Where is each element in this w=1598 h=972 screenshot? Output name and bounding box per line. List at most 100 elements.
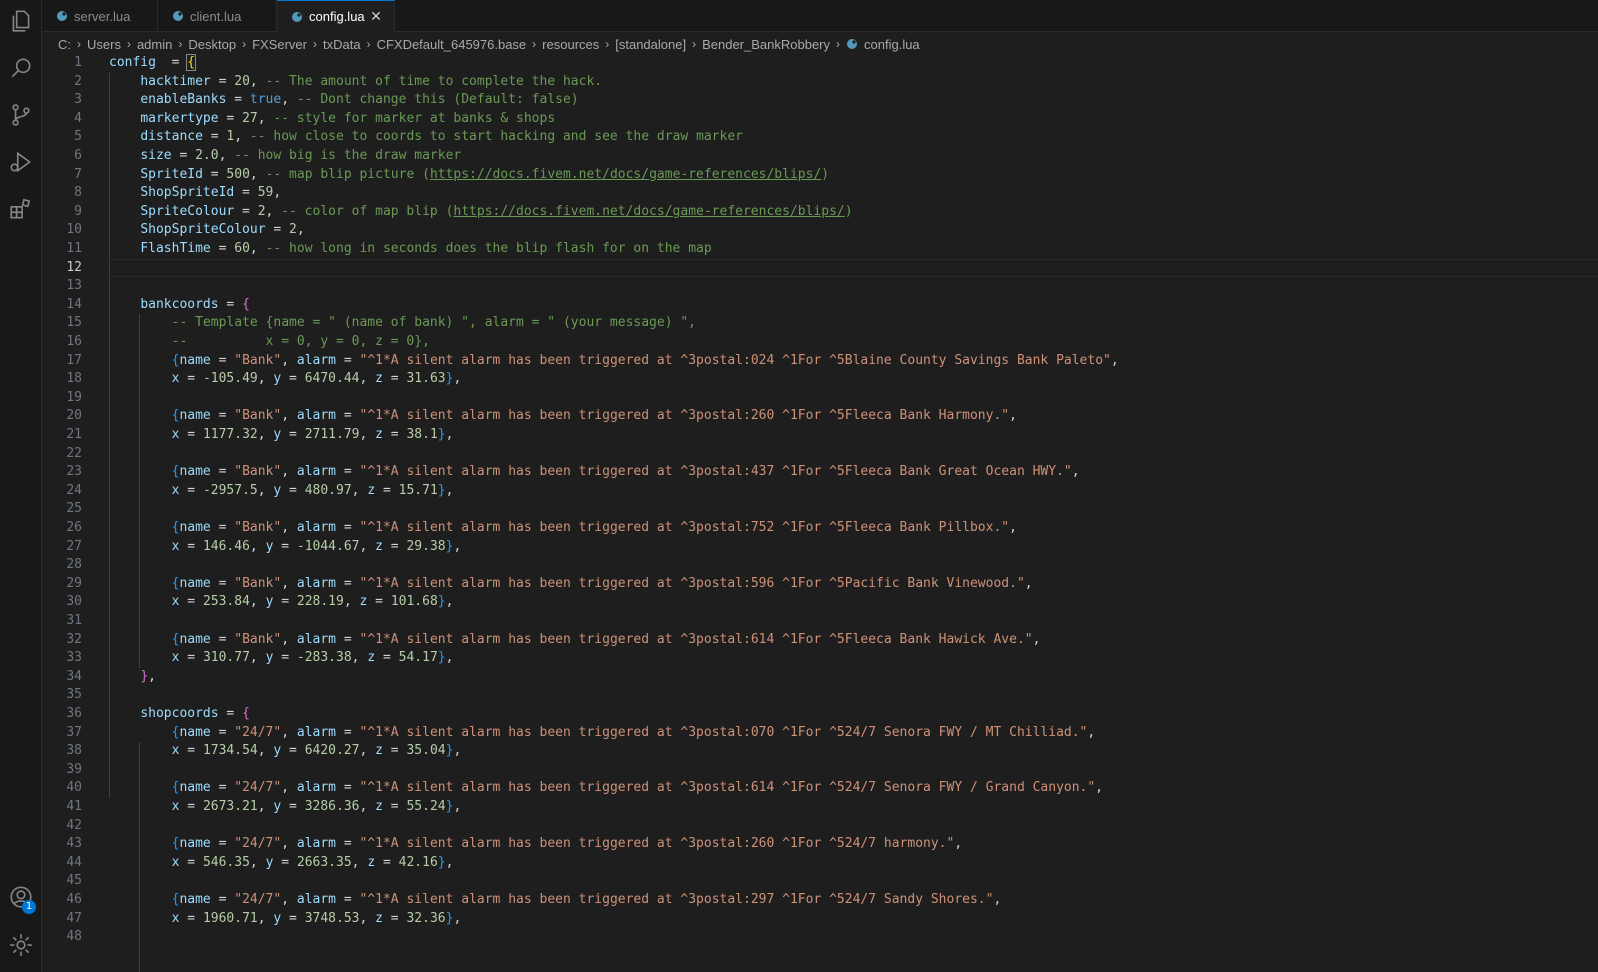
tab-server-lua[interactable]: server.lua — [42, 0, 158, 32]
code-line[interactable]: 40 {name = "24/7", alarm = "^1*A silent … — [42, 779, 1598, 798]
code-token: , — [281, 408, 297, 424]
code-line[interactable]: 47 x = 1960.71, y = 3748.53, z = 32.36}, — [42, 910, 1598, 929]
code-token: , — [351, 650, 368, 666]
code-line[interactable]: 36 shopcoords = { — [42, 705, 1598, 724]
code-token: -1044.67 — [296, 538, 360, 554]
code-line[interactable]: 34 }, — [42, 668, 1598, 687]
accounts-icon[interactable]: 1 — [0, 876, 42, 918]
line-code: markertype = 27, -- style for marker at … — [109, 110, 555, 129]
code-line[interactable]: 29 {name = "Bank", alarm = "^1*A silent … — [42, 575, 1598, 594]
code-line[interactable]: 35 — [42, 686, 1598, 705]
code-line[interactable]: 8 ShopSpriteId = 59, — [42, 184, 1598, 203]
code-token: , — [273, 185, 282, 201]
code-line[interactable]: 32 {name = "Bank", alarm = "^1*A silent … — [42, 631, 1598, 650]
code-line[interactable]: 12 — [42, 258, 1598, 278]
code-line[interactable]: 5 distance = 1, -- how close to coords t… — [42, 128, 1598, 147]
code-line[interactable]: 16 -- x = 0, y = 0, z = 0}, — [42, 333, 1598, 352]
code-line[interactable]: 27 x = 146.46, y = -1044.67, z = 29.38}, — [42, 538, 1598, 557]
code-line[interactable]: 17 {name = "Bank", alarm = "^1*A silent … — [42, 352, 1598, 371]
extensions-icon[interactable] — [0, 188, 42, 230]
breadcrumb-item[interactable]: config.lua — [864, 37, 920, 52]
code-line[interactable]: 39 — [42, 761, 1598, 780]
line-number: 9 — [74, 203, 82, 219]
tab-config-lua[interactable]: config.lua ✕ — [277, 0, 395, 32]
code-line[interactable]: 19 — [42, 389, 1598, 408]
code-token: 146.46 — [202, 538, 250, 554]
breadcrumb-item[interactable]: Users — [87, 37, 121, 52]
code-line[interactable]: 41 x = 2673.21, y = 3286.36, z = 55.24}, — [42, 798, 1598, 817]
code-line[interactable]: 30 x = 253.84, y = 228.19, z = 101.68}, — [42, 593, 1598, 612]
code-line[interactable]: 11 FlashTime = 60, -- how long in second… — [42, 240, 1598, 259]
explorer-icon[interactable] — [0, 0, 42, 42]
code-line[interactable]: 1 config = { — [42, 54, 1598, 73]
code-line[interactable]: 18 x = -105.49, y = 6470.44, z = 31.63}, — [42, 370, 1598, 389]
code-line[interactable]: 10 ShopSpriteColour = 2, — [42, 221, 1598, 240]
code-token: , — [1071, 464, 1080, 480]
line-number: 14 — [66, 296, 82, 312]
code-editor[interactable]: 1 config = {2 hacktimer = 20, -- The amou… — [42, 54, 1598, 972]
search-icon[interactable] — [0, 47, 42, 89]
line-number: 40 — [66, 780, 82, 796]
breadcrumb-item[interactable]: admin — [137, 37, 172, 52]
manage-gear-icon[interactable] — [0, 924, 42, 966]
code-token: = — [382, 427, 407, 442]
code-line[interactable]: 26 {name = "Bank", alarm = "^1*A silent … — [42, 519, 1598, 538]
breadcrumb-item[interactable]: CFXDefault_645976.base — [377, 37, 527, 52]
close-icon[interactable]: ✕ — [368, 8, 384, 24]
code-token: https://docs.fivem.net/docs/game-referen… — [453, 203, 845, 219]
breadcrumb-item[interactable]: Bender_BankRobbery — [702, 37, 830, 52]
tab-client-lua[interactable]: client.lua — [158, 0, 277, 32]
code-line[interactable]: 6 size = 2.0, -- how big is the draw mar… — [42, 147, 1598, 166]
code-token: = — [202, 129, 227, 145]
code-token: , — [351, 482, 368, 498]
code-line[interactable]: 46 {name = "24/7", alarm = "^1*A silent … — [42, 891, 1598, 910]
breadcrumb-item[interactable]: resources — [542, 37, 599, 52]
code-token: = — [336, 575, 360, 591]
code-line[interactable]: 25 — [42, 500, 1598, 519]
code-line[interactable]: 23 {name = "Bank", alarm = "^1*A silent … — [42, 463, 1598, 482]
code-token: , — [359, 910, 376, 926]
line-number: 25 — [66, 501, 82, 517]
line-number: 37 — [66, 724, 82, 740]
code-line[interactable]: 43 {name = "24/7", alarm = "^1*A silent … — [42, 835, 1598, 854]
code-line[interactable]: 48 — [42, 928, 1598, 947]
code-line[interactable]: 37 {name = "24/7", alarm = "^1*A silent … — [42, 724, 1598, 743]
code-line[interactable]: 38 x = 1734.54, y = 6420.27, z = 35.04}, — [42, 742, 1598, 761]
breadcrumb-item[interactable]: Desktop — [188, 37, 236, 52]
code-line[interactable]: 9 SpriteColour = 2, -- color of map blip… — [42, 203, 1598, 222]
line-code: ShopSpriteId = 59, — [109, 184, 281, 203]
code-token: , — [249, 73, 266, 89]
code-line[interactable]: 13 — [42, 277, 1598, 296]
code-line[interactable]: 4 markertype = 27, -- style for marker a… — [42, 110, 1598, 129]
breadcrumb-item[interactable]: txData — [323, 37, 361, 52]
code-line[interactable]: 20 {name = "Bank", alarm = "^1*A silent … — [42, 407, 1598, 426]
code-line[interactable]: 15 -- Template {name = " (name of bank) … — [42, 314, 1598, 333]
code-line[interactable]: 33 x = 310.77, y = -283.38, z = 54.17}, — [42, 649, 1598, 668]
code-line[interactable]: 2 hacktimer = 20, -- The amount of time … — [42, 73, 1598, 92]
code-line[interactable]: 42 — [42, 817, 1598, 836]
chevron-right-icon: › — [836, 37, 841, 51]
code-token: , — [445, 594, 454, 610]
code-line[interactable]: 22 — [42, 445, 1598, 464]
code-line[interactable]: 45 — [42, 872, 1598, 891]
code-line[interactable]: 21 x = 1177.32, y = 2711.79, z = 38.1}, — [42, 426, 1598, 445]
code-line[interactable]: 14 bankcoords = { — [42, 296, 1598, 315]
code-token: 3748.53 — [304, 910, 360, 926]
breadcrumb-item[interactable]: C: — [58, 37, 71, 52]
code-line[interactable]: 31 — [42, 612, 1598, 631]
code-line[interactable]: 24 x = -2957.5, y = 480.97, z = 15.71}, — [42, 482, 1598, 501]
code-token: = — [281, 427, 305, 442]
line-code: x = 1177.32, y = 2711.79, z = 38.1}, — [109, 426, 454, 445]
code-line[interactable]: 44 x = 546.35, y = 2663.35, z = 42.16}, — [42, 854, 1598, 873]
code-line[interactable]: 28 — [42, 556, 1598, 575]
run-debug-icon[interactable] — [0, 141, 42, 183]
code-line[interactable]: 7 SpriteId = 500, -- map blip picture (h… — [42, 166, 1598, 185]
breadcrumb-item[interactable]: [standalone] — [615, 37, 686, 52]
code-line[interactable]: 3 enableBanks = true, -- Dont change thi… — [42, 91, 1598, 110]
breadcrumb-item[interactable]: FXServer — [252, 37, 307, 52]
source-control-icon[interactable] — [0, 94, 42, 136]
